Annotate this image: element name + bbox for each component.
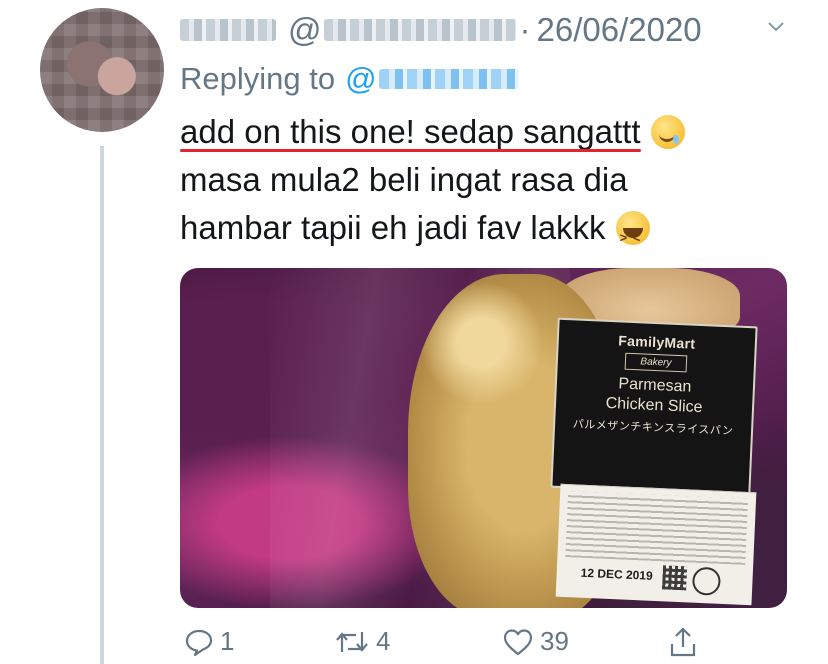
- replying-to-label: Replying to: [180, 61, 336, 96]
- tweet-text-line-3: hambar tapii eh jadi fav lakkk: [180, 204, 780, 262]
- replying-to-handle-redacted[interactable]: [378, 69, 519, 89]
- label-product-jp: パルメザンチキンスライスパン: [572, 418, 734, 438]
- label-date-stamp: 12 DEC 2019: [580, 565, 653, 583]
- reply-button[interactable]: 1: [184, 626, 234, 657]
- tweet-text-line-3-text: hambar tapii eh jadi fav lakkk: [180, 209, 606, 246]
- like-button[interactable]: 39: [502, 626, 569, 657]
- tweet-text-line-1: add on this one! sedap sangattt: [180, 108, 780, 156]
- qr-code-icon: [662, 565, 688, 591]
- laughing-face-icon: [615, 211, 650, 262]
- author-handle-redacted[interactable]: [323, 19, 516, 41]
- author-name-redacted[interactable]: [180, 19, 276, 41]
- label-sub-brand: Bakery: [625, 352, 687, 373]
- replying-to-at[interactable]: @: [345, 61, 376, 97]
- label-brand: FamilyMart: [618, 332, 696, 352]
- share-icon: [670, 627, 696, 657]
- author-avatar[interactable]: [40, 8, 164, 132]
- reply-count: 1: [220, 626, 235, 656]
- retweet-icon: [336, 631, 368, 652]
- tweet-text-line-2: masa mula2 beli ingat rasa dia: [180, 161, 628, 198]
- tweet-header: @ · 26/06/2020: [180, 10, 702, 50]
- tweet-date[interactable]: 26/06/2020: [537, 11, 702, 49]
- halal-logo-icon: [691, 566, 722, 596]
- product-label: FamilyMart Bakery Parmesan Chicken Slice…: [550, 317, 758, 497]
- like-count: 39: [540, 626, 569, 656]
- thread-line: [100, 146, 104, 664]
- tweet-text: add on this one! sedap sangattt masa mul…: [180, 108, 780, 262]
- retweet-count: 4: [376, 626, 391, 656]
- chevron-down-icon[interactable]: [766, 16, 786, 36]
- drooling-face-icon: [650, 115, 685, 149]
- heart-icon: [503, 628, 533, 655]
- date-separator: ·: [519, 11, 531, 48]
- ingredients-text: [565, 491, 749, 565]
- retweet-button[interactable]: 4: [334, 626, 390, 657]
- label-fine-print: 12 DEC 2019: [555, 483, 757, 606]
- underlined-text: add on this one! sedap sangattt: [180, 108, 641, 156]
- handle-at: @: [288, 11, 322, 48]
- replying-to: Replying to @: [180, 58, 519, 100]
- tweet-image[interactable]: FamilyMart Bakery Parmesan Chicken Slice…: [180, 268, 787, 608]
- reply-icon: [185, 629, 213, 656]
- share-button[interactable]: [668, 626, 698, 658]
